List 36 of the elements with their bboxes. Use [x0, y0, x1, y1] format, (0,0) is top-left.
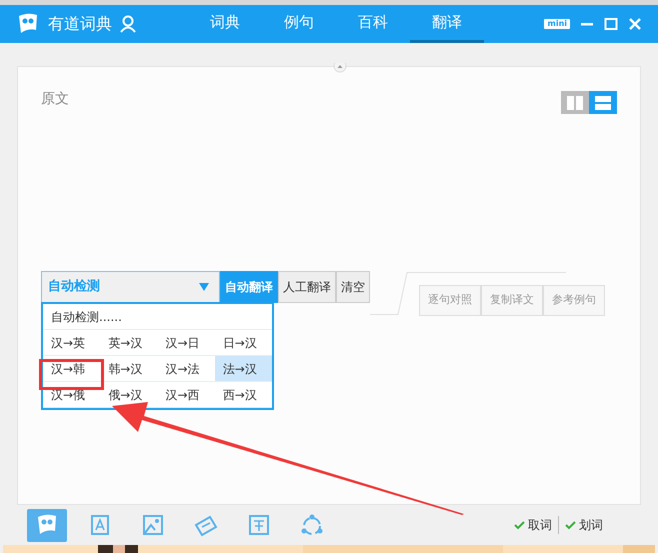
- translate-tool-icon: [247, 513, 271, 537]
- rows-layout-icon: [595, 96, 611, 110]
- layout-toggle[interactable]: [589, 91, 617, 114]
- share-tool-icon: [300, 513, 324, 537]
- maximize-icon[interactable]: [604, 17, 618, 31]
- language-option[interactable]: 汉→日: [158, 330, 215, 356]
- close-icon[interactable]: [628, 17, 642, 31]
- source-label: 原文: [41, 90, 69, 109]
- columns-layout-icon: [567, 96, 583, 110]
- language-option[interactable]: 法→汉: [214, 356, 272, 382]
- user-icon[interactable]: [120, 15, 136, 33]
- action-button[interactable]: 清空: [336, 271, 370, 303]
- language-option[interactable]: 汉→西: [158, 382, 215, 408]
- language-option[interactable]: 韩→汉: [100, 356, 158, 382]
- language-option[interactable]: 英→汉: [100, 330, 158, 356]
- language-option[interactable]: 西→汉: [214, 382, 272, 408]
- ticket-tool-icon: [194, 513, 218, 537]
- image-tool-icon: [141, 513, 165, 537]
- annotation-highlight: [39, 359, 104, 390]
- language-option[interactable]: 汉→英: [43, 330, 100, 356]
- check-icon: [565, 520, 576, 530]
- check-icon: [514, 520, 525, 530]
- language-option[interactable]: 汉→俄: [43, 382, 100, 408]
- language-option[interactable]: 汉→韩: [43, 356, 100, 382]
- collapse-icon[interactable]: [333, 63, 347, 73]
- logo-icon: [16, 12, 40, 36]
- dropdown-arrow-icon: [199, 283, 209, 291]
- language-option[interactable]: 自动检测......: [43, 304, 272, 330]
- option-toggle[interactable]: 取词: [508, 516, 558, 534]
- toolbar-tool[interactable]: [27, 508, 67, 542]
- logo-tool-icon: [35, 513, 59, 537]
- app-title: 有道词典: [48, 13, 112, 35]
- card-tool-icon: [88, 513, 112, 537]
- action-button[interactable]: 人工翻译: [278, 271, 336, 303]
- option-toggle[interactable]: 划词: [558, 516, 609, 534]
- layout-toggle[interactable]: [561, 91, 589, 114]
